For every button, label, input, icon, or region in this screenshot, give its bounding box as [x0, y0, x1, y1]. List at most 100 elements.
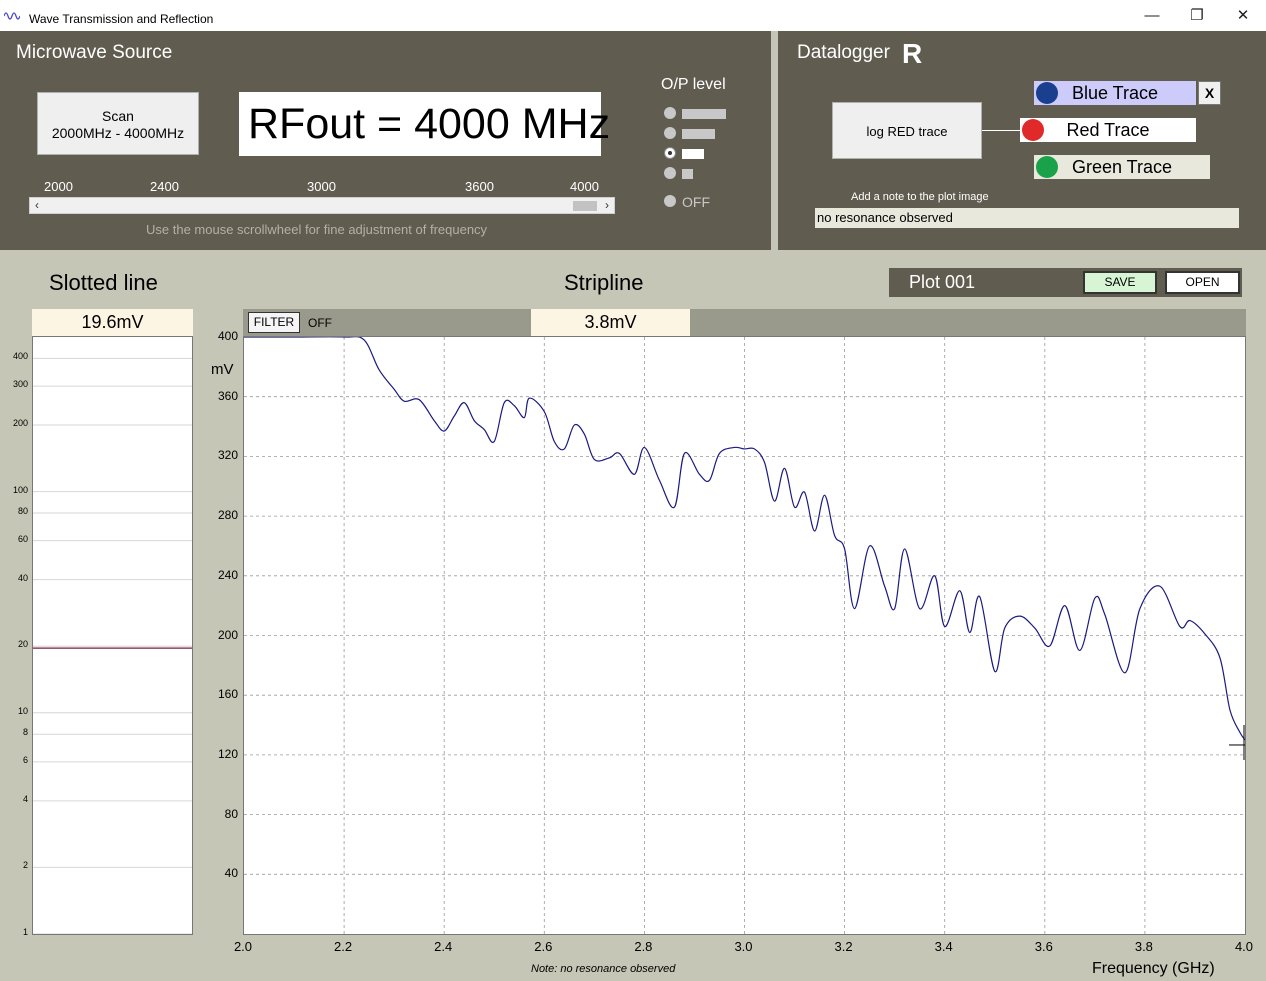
op-level-bar-2 — [682, 149, 704, 159]
freq-tick: 3600 — [465, 179, 494, 194]
note-label: Add a note to the plot image — [851, 191, 989, 203]
plot-name: Plot 001 — [909, 272, 976, 292]
x-tick-label: 3.0 — [734, 939, 753, 954]
y-tick-label: 120 — [217, 746, 238, 761]
scroll-hint: Use the mouse scrollwheel for fine adjus… — [146, 222, 488, 237]
freq-tick: 2000 — [44, 179, 73, 194]
op-level-radio-3[interactable] — [664, 127, 676, 139]
x-tick-label: 3.2 — [834, 939, 853, 954]
x-tick-label: 2.0 — [233, 939, 253, 954]
window-title: Wave Transmission and Reflection — [29, 12, 214, 26]
op-level-bar-4 — [682, 109, 726, 119]
y-tick-label: 400 — [217, 329, 238, 343]
y-tick-label: 200 — [12, 418, 28, 429]
datalogger-title: Datalogger — [797, 42, 890, 63]
stripline-title: Stripline — [564, 270, 644, 295]
datalogger-letter: R — [902, 38, 923, 69]
freq-tick: 3000 — [307, 179, 336, 194]
waveform-app-icon — [4, 12, 20, 20]
x-tick-label: 3.6 — [1034, 939, 1053, 954]
slotted-line-title: Slotted line — [49, 270, 158, 295]
red-trace-dot-icon — [1022, 119, 1044, 141]
op-level-bar-1 — [682, 169, 693, 179]
blue-trace-button[interactable]: Blue Trace — [1034, 81, 1196, 105]
x-tick-label: 2.4 — [434, 939, 453, 954]
y-tick-label: 400 — [12, 351, 28, 362]
scroll-right-arrow-icon[interactable]: › — [600, 197, 614, 214]
stripline-reading: 3.8mV — [531, 309, 690, 336]
minimize-button[interactable]: — — [1142, 6, 1162, 26]
y-tick-label: 2 — [22, 860, 28, 871]
x-tick-label: 3.8 — [1134, 939, 1153, 954]
x-tick-label: 4.0 — [1234, 939, 1254, 954]
y-tick-label: 4 — [22, 793, 28, 804]
op-level-off-label: OFF — [682, 194, 710, 210]
scroll-left-arrow-icon[interactable]: ‹ — [30, 197, 44, 214]
blue-trace-dot-icon — [1036, 82, 1058, 104]
green-trace-dot-icon — [1036, 156, 1058, 178]
close-button[interactable]: ✕ — [1233, 6, 1253, 26]
y-tick-label: 80 — [17, 506, 28, 517]
y-tick-label: 320 — [217, 448, 238, 463]
y-tick-label: 20 — [17, 639, 28, 650]
open-button[interactable]: OPEN — [1165, 271, 1240, 294]
x-tick-label: 2.6 — [534, 939, 553, 954]
red-trace-button[interactable]: Red Trace — [1020, 118, 1196, 142]
op-level-bar-3 — [682, 129, 715, 139]
stripline-plot — [243, 336, 1246, 935]
plot-note-input[interactable] — [815, 208, 1239, 228]
stripline-header — [243, 309, 1246, 336]
y-tick-label: 280 — [217, 508, 238, 523]
log-red-trace-button[interactable]: log RED trace — [832, 102, 982, 159]
y-tick-label: 80 — [224, 806, 238, 821]
op-level-radio-4[interactable] — [664, 107, 676, 119]
y-tick-label: 100 — [12, 484, 28, 495]
scan-button[interactable]: Scan 2000MHz - 4000MHz — [37, 92, 199, 155]
plot-name-bar: Plot 001 SAVE OPEN — [889, 268, 1242, 297]
y-tick-label: 6 — [22, 754, 28, 765]
op-level-radio-2[interactable] — [664, 147, 676, 159]
y-tick-label: 40 — [224, 866, 238, 881]
scan-button-range: 2000MHz - 4000MHz — [51, 125, 185, 141]
filter-button[interactable]: FILTER — [248, 312, 300, 333]
microwave-source-title: Microwave Source — [16, 42, 173, 63]
op-level-radio-off[interactable] — [664, 195, 676, 207]
plot-note: Note: no resonance observed — [531, 963, 676, 975]
y-tick-label: 10 — [17, 705, 28, 716]
clear-blue-trace-button[interactable]: X — [1198, 81, 1221, 105]
frequency-scrollbar[interactable]: ‹ › — [29, 197, 615, 214]
op-level-title: O/P level — [661, 76, 726, 93]
x-axis-label: Frequency (GHz) — [1092, 960, 1215, 977]
y-tick-label: 360 — [217, 388, 238, 403]
slotted-line-plot — [32, 336, 193, 935]
green-trace-button[interactable]: Green Trace — [1034, 155, 1210, 179]
save-button[interactable]: SAVE — [1083, 271, 1157, 294]
stripline-chart — [244, 337, 1245, 934]
slotted-line-reading: 19.6mV — [32, 309, 193, 336]
y-tick-label: 40 — [17, 572, 28, 583]
y-tick-label: 300 — [12, 379, 28, 390]
scrollbar-thumb[interactable] — [573, 201, 597, 211]
y-tick-label: 1 — [22, 927, 28, 937]
freq-tick: 2400 — [150, 179, 179, 194]
title-bar: Wave Transmission and Reflection — ❐ ✕ — [0, 0, 1266, 31]
rfout-display: RFout = 4000 MHz — [239, 92, 610, 156]
freq-tick: 4000 — [570, 179, 599, 194]
slotted-line-chart — [33, 357, 192, 934]
y-axis-unit: mV — [211, 361, 234, 378]
log-link-line — [982, 130, 1020, 131]
y-tick-label: 8 — [22, 727, 28, 738]
scan-button-label: Scan — [102, 108, 134, 124]
y-tick-label: 60 — [17, 533, 28, 544]
x-tick-label: 2.2 — [334, 939, 353, 954]
restore-button[interactable]: ❐ — [1187, 6, 1207, 26]
x-tick-label: 2.8 — [634, 939, 653, 954]
microwave-source-panel: Microwave Source Scan 2000MHz - 4000MHz … — [0, 31, 771, 250]
filter-state: OFF — [308, 316, 332, 330]
y-tick-label: 200 — [217, 627, 238, 642]
x-tick-label: 3.4 — [934, 939, 953, 954]
y-tick-label: 160 — [217, 687, 238, 702]
panel-separator — [771, 31, 778, 250]
op-level-radio-1[interactable] — [664, 167, 676, 179]
y-tick-label: 240 — [217, 567, 238, 582]
